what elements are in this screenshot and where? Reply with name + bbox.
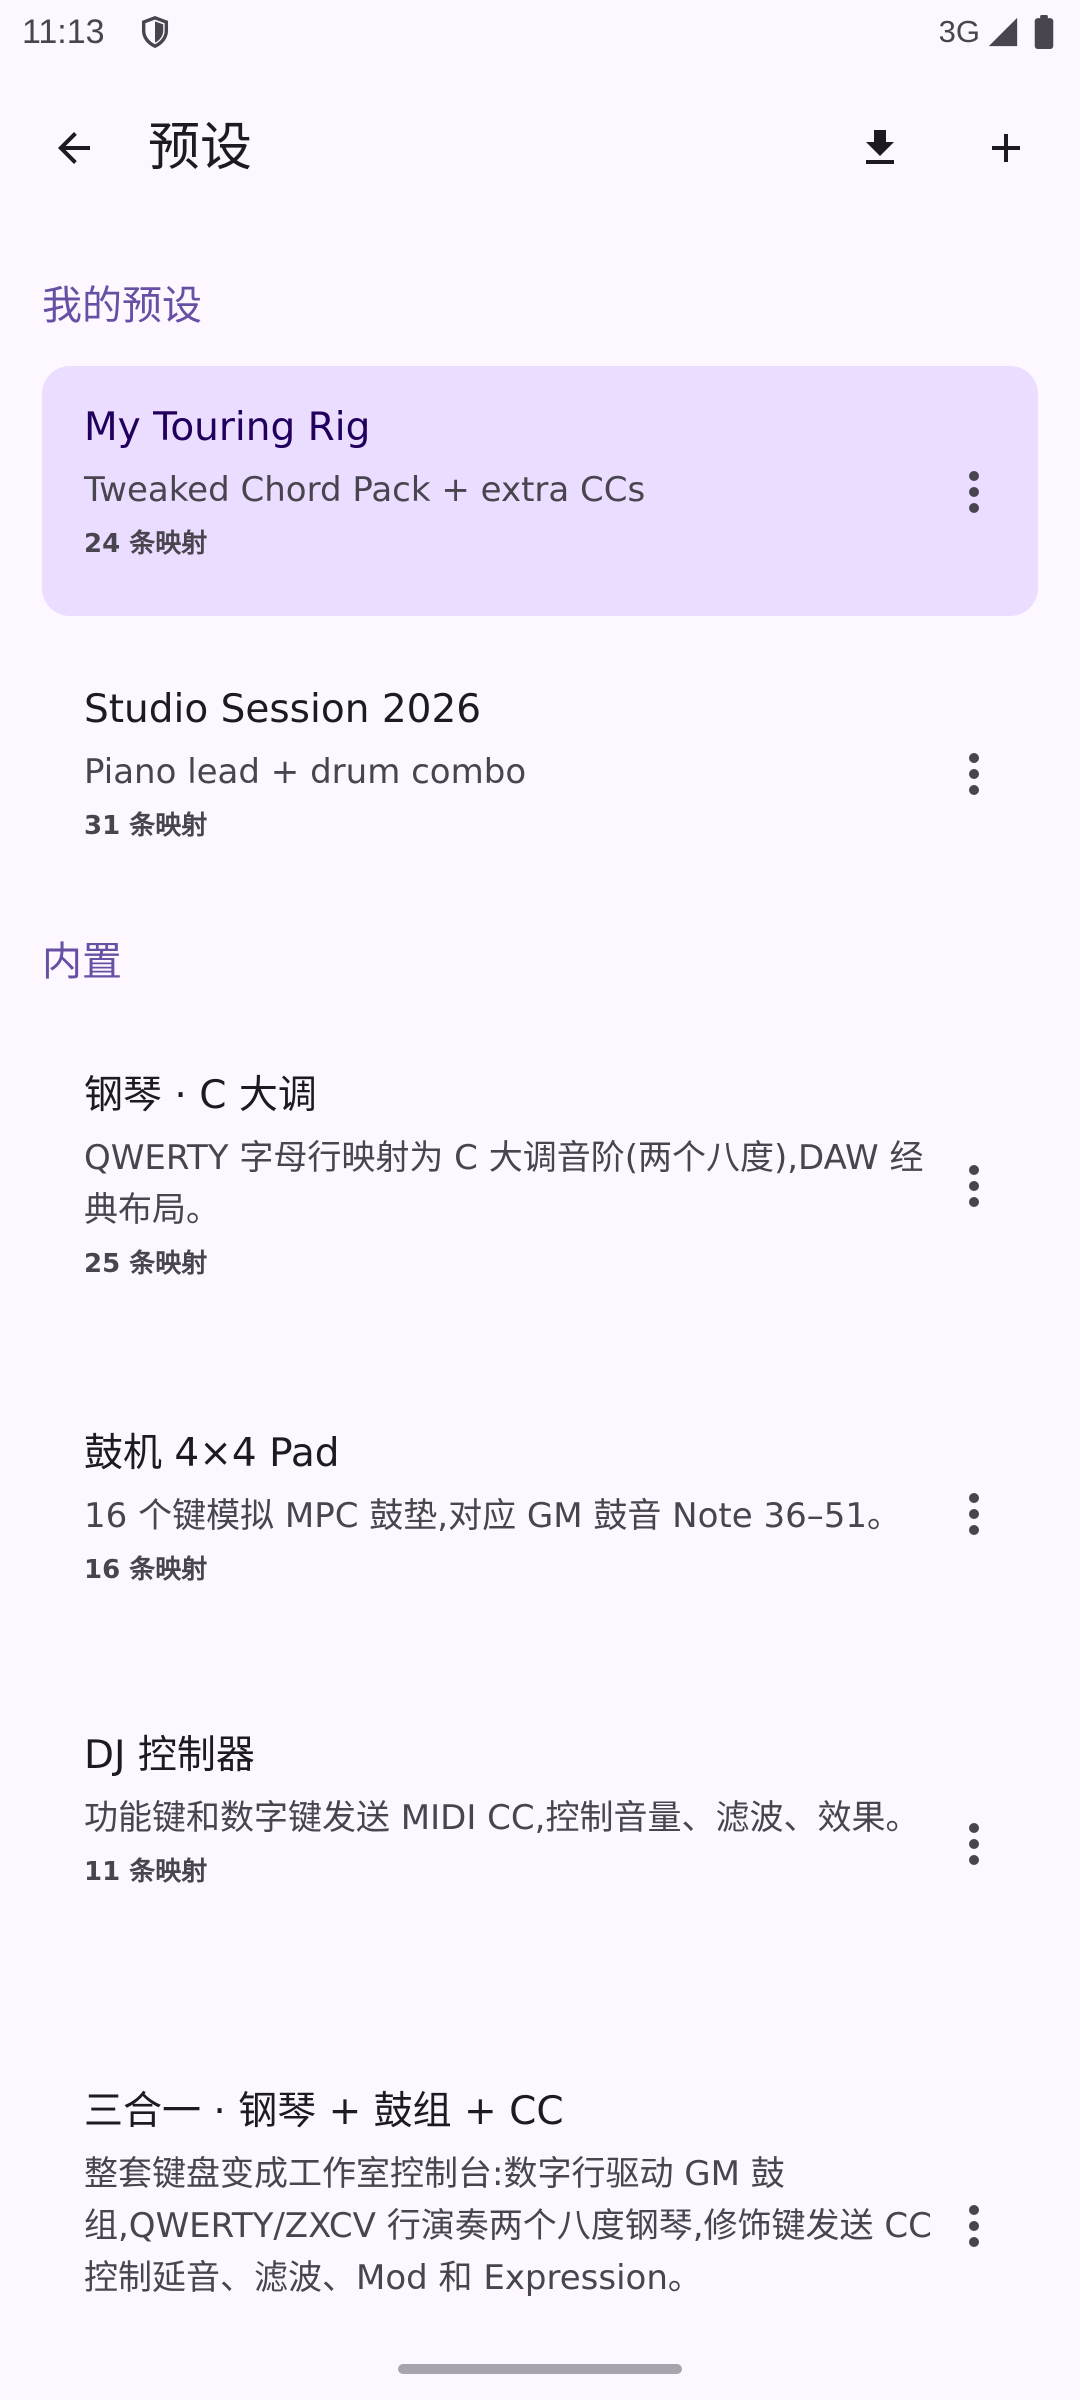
more-options-button[interactable] — [938, 1138, 1010, 1234]
more-options-button[interactable] — [938, 444, 1010, 540]
preset-item-dj-controller[interactable]: DJ 控制器 功能键和数字键发送 MIDI CC,控制音量、滤波、效果。 11 … — [42, 1700, 1038, 1990]
top-app-bar: 预设 — [0, 64, 1080, 232]
preset-description: QWERTY 字母行映射为 C 大调音阶(两个八度),DAW 经典布局。 — [84, 1138, 924, 1230]
more-options-button[interactable] — [938, 2178, 1010, 2274]
preset-item-drum-pad[interactable]: 鼓机 4×4 Pad 16 个键模拟 MPC 鼓垫,对应 GM 鼓音 Note … — [42, 1398, 1038, 1648]
preset-mapping-count: 16 条映射 — [84, 1555, 208, 1585]
preset-item-body: 三合一 · 钢琴 + 鼓组 + CC 整套键盘变成工作室控制台:数字行驱动 GM… — [84, 2086, 934, 2304]
preset-mapping-count: 31 条映射 — [84, 811, 208, 841]
signal-icon — [988, 17, 1018, 47]
preset-mapping-count: 25 条映射 — [84, 1249, 208, 1279]
more-vert-icon — [969, 753, 979, 795]
arrow-back-icon — [58, 132, 90, 164]
preset-item-body: My Touring Rig Tweaked Chord Pack + extr… — [84, 402, 934, 564]
preset-description: Piano lead + drum combo — [84, 752, 527, 792]
more-vert-icon — [969, 471, 979, 513]
gesture-navigation-bar[interactable] — [398, 2364, 682, 2374]
preset-item-body: Studio Session 2026 Piano lead + drum co… — [84, 684, 934, 846]
preset-item-body: DJ 控制器 功能键和数字键发送 MIDI CC,控制音量、滤波、效果。 11 … — [84, 1730, 934, 1892]
section-header-builtin: 内置 — [42, 939, 122, 985]
preset-description: 16 个键模拟 MPC 鼓垫,对应 GM 鼓音 Note 36–51。 — [84, 1496, 901, 1536]
more-vert-icon — [969, 1823, 979, 1865]
shield-icon — [141, 16, 169, 49]
preset-title: 三合一 · 钢琴 + 鼓组 + CC — [84, 2089, 564, 2134]
more-vert-icon — [969, 1493, 979, 1535]
preset-mapping-count: 11 条映射 — [84, 1857, 208, 1887]
more-vert-icon — [969, 1165, 979, 1207]
status-time: 11:13 — [22, 13, 105, 51]
preset-title: 鼓机 4×4 Pad — [84, 1431, 340, 1476]
preset-title: My Touring Rig — [84, 405, 371, 450]
more-options-button[interactable] — [938, 726, 1010, 822]
more-vert-icon — [969, 2205, 979, 2247]
preset-title: 钢琴 · C 大调 — [84, 1073, 317, 1118]
page-title: 预设 — [148, 118, 253, 178]
more-options-button[interactable] — [938, 1796, 1010, 1892]
preset-item-body: 钢琴 · C 大调 QWERTY 字母行映射为 C 大调音阶(两个八度),DAW… — [84, 1070, 934, 1284]
preset-item-my-touring-rig[interactable]: My Touring Rig Tweaked Chord Pack + extr… — [42, 366, 1038, 616]
battery-icon — [1034, 15, 1054, 49]
download-icon — [866, 130, 894, 164]
preset-item-studio-session[interactable]: Studio Session 2026 Piano lead + drum co… — [42, 648, 1038, 898]
preset-mapping-count: 24 条映射 — [84, 529, 208, 559]
status-bar: 11:13 3G — [0, 0, 1080, 64]
preset-item-piano-c-major[interactable]: 钢琴 · C 大调 QWERTY 字母行映射为 C 大调音阶(两个八度),DAW… — [42, 1040, 1038, 1330]
add-button[interactable] — [958, 100, 1054, 196]
preset-description: 功能键和数字键发送 MIDI CC,控制音量、滤波、效果。 — [84, 1798, 920, 1838]
preset-description: Tweaked Chord Pack + extra CCs — [84, 470, 646, 510]
download-button[interactable] — [832, 100, 928, 196]
preset-title: Studio Session 2026 — [84, 687, 482, 732]
section-header-my-presets: 我的预设 — [42, 283, 202, 329]
preset-description: 整套键盘变成工作室控制台:数字行驱动 GM 鼓组,QWERTY/ZXCV 行演奏… — [84, 2154, 932, 2298]
more-options-button[interactable] — [938, 1466, 1010, 1562]
preset-title: DJ 控制器 — [84, 1733, 255, 1778]
preset-item-body: 鼓机 4×4 Pad 16 个键模拟 MPC 鼓垫,对应 GM 鼓音 Note … — [84, 1428, 934, 1590]
preset-item-three-in-one[interactable]: 三合一 · 钢琴 + 鼓组 + CC 整套键盘变成工作室控制台:数字行驱动 GM… — [42, 2056, 1038, 2346]
back-button[interactable] — [26, 100, 122, 196]
add-icon — [992, 134, 1020, 162]
network-type: 3G — [938, 14, 980, 49]
